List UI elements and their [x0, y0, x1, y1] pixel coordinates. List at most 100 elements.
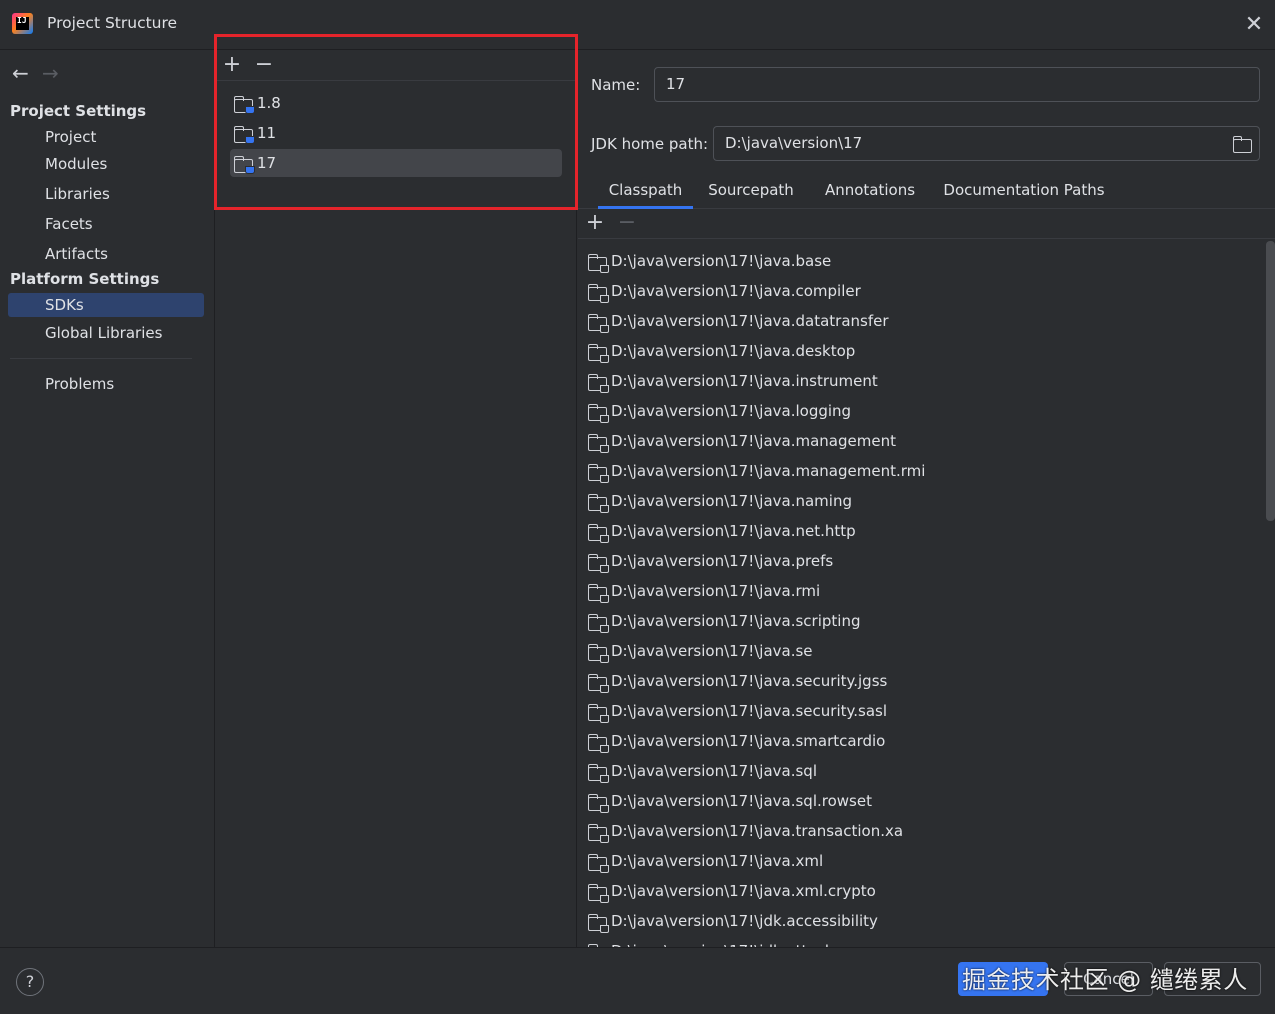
- jdk-folder-icon: [234, 156, 255, 174]
- history-arrows: ← →: [12, 61, 72, 85]
- library-folder-icon: [588, 464, 609, 483]
- sdk-toolbar: + −: [216, 51, 577, 81]
- classpath-item[interactable]: D:\java\version\17!\jdk.attach: [586, 936, 834, 947]
- project-settings-header: Project Settings: [10, 102, 147, 120]
- classpath-path: D:\java\version\17!\java.security.jgss: [611, 672, 888, 690]
- nav-item-facets[interactable]: Facets: [8, 212, 204, 236]
- library-folder-icon: [588, 794, 609, 813]
- classpath-path: D:\java\version\17!\java.security.sasl: [611, 702, 887, 720]
- classpath-item[interactable]: D:\java\version\17!\java.base: [586, 246, 831, 276]
- forward-arrow-icon[interactable]: →: [42, 61, 72, 85]
- nav-divider: [10, 358, 192, 359]
- platform-settings-header: Platform Settings: [10, 270, 160, 288]
- help-icon[interactable]: ?: [16, 968, 44, 996]
- classpath-item[interactable]: D:\java\version\17!\java.sql.rowset: [586, 786, 872, 816]
- tab-sourcepath[interactable]: Sourcepath: [701, 173, 801, 209]
- jdk-home-value: D:\java\version\17: [725, 134, 863, 152]
- tab-documentation-paths[interactable]: Documentation Paths: [939, 173, 1109, 209]
- library-folder-icon: [588, 554, 609, 573]
- sdk-item[interactable]: 1.8: [230, 89, 562, 117]
- library-folder-icon: [588, 314, 609, 333]
- nav-item-project[interactable]: Project: [8, 125, 204, 149]
- back-arrow-icon[interactable]: ←: [12, 61, 42, 85]
- sdk-detail-panel: Name: 17 JDK home path: D:\java\version\…: [578, 51, 1275, 947]
- classpath-item[interactable]: D:\java\version\17!\java.xml: [586, 846, 823, 876]
- nav-item-problems[interactable]: Problems: [8, 372, 204, 396]
- classpath-item[interactable]: D:\java\version\17!\jdk.accessibility: [586, 906, 878, 936]
- classpath-item[interactable]: D:\java\version\17!\java.naming: [586, 486, 852, 516]
- classpath-path: D:\java\version\17!\java.smartcardio: [611, 732, 886, 750]
- nav-item-modules[interactable]: Modules: [8, 152, 204, 176]
- classpath-path: D:\java\version\17!\java.datatransfer: [611, 312, 889, 330]
- classpath-path: D:\java\version\17!\java.logging: [611, 402, 852, 420]
- classpath-item[interactable]: D:\java\version\17!\java.xml.crypto: [586, 876, 876, 906]
- close-icon[interactable]: ✕: [1241, 12, 1267, 38]
- folder-browse-icon[interactable]: [1233, 136, 1252, 153]
- nav-item-libraries[interactable]: Libraries: [8, 182, 204, 206]
- library-folder-icon: [588, 704, 609, 723]
- sdk-item-selected[interactable]: 17: [230, 149, 562, 177]
- classpath-item[interactable]: D:\java\version\17!\java.prefs: [586, 546, 833, 576]
- nav-item-sdks[interactable]: SDKs: [8, 293, 204, 317]
- classpath-path: D:\java\version\17!\jdk.accessibility: [611, 912, 878, 930]
- jdk-home-label: JDK home path:: [591, 135, 709, 153]
- classpath-item[interactable]: D:\java\version\17!\java.net.http: [586, 516, 856, 546]
- add-classpath-button[interactable]: +: [583, 209, 607, 237]
- classpath-path: D:\java\version\17!\java.sql.rowset: [611, 792, 872, 810]
- classpath-item[interactable]: D:\java\version\17!\java.scripting: [586, 606, 860, 636]
- classpath-list: D:\java\version\17!\java.base D:\java\ver…: [578, 241, 1263, 947]
- apply-button[interactable]: [1164, 962, 1261, 996]
- classpath-path: D:\java\version\17!\java.base: [611, 252, 832, 270]
- classpath-item[interactable]: D:\java\version\17!\java.rmi: [586, 576, 820, 606]
- classpath-path: D:\java\version\17!\java.se: [611, 642, 813, 660]
- ok-button[interactable]: [958, 962, 1048, 996]
- classpath-item[interactable]: D:\java\version\17!\java.management.rmi: [586, 456, 925, 486]
- classpath-path: D:\java\version\17!\java.desktop: [611, 342, 856, 360]
- dialog-footer: ? Cancel 掘金技术社区 @ 缱绻累人: [0, 947, 1275, 1014]
- add-sdk-button[interactable]: +: [220, 51, 244, 79]
- classpath-item[interactable]: D:\java\version\17!\java.management: [586, 426, 896, 456]
- library-folder-icon: [588, 434, 609, 453]
- classpath-item[interactable]: D:\java\version\17!\java.sql: [586, 756, 817, 786]
- sdk-label: 1.8: [257, 94, 281, 112]
- title-bar: IJ Project Structure ✕: [0, 0, 1275, 50]
- classpath-path: D:\java\version\17!\java.management.rmi: [611, 462, 926, 480]
- library-folder-icon: [588, 734, 609, 753]
- name-field[interactable]: 17: [654, 67, 1260, 102]
- classpath-path: D:\java\version\17!\java.prefs: [611, 552, 834, 570]
- jdk-folder-icon: [234, 96, 255, 114]
- sdk-label: 11: [257, 124, 277, 142]
- nav-item-artifacts[interactable]: Artifacts: [8, 242, 204, 266]
- classpath-item[interactable]: D:\java\version\17!\java.se: [586, 636, 813, 666]
- library-folder-icon: [588, 824, 609, 843]
- cancel-button[interactable]: Cancel: [1064, 962, 1153, 996]
- classpath-item[interactable]: D:\java\version\17!\java.security.jgss: [586, 666, 887, 696]
- library-folder-icon: [588, 914, 609, 933]
- jdk-folder-icon: [234, 126, 255, 144]
- name-label: Name:: [591, 76, 641, 94]
- library-folder-icon: [588, 344, 609, 363]
- classpath-path: D:\java\version\17!\java.net.http: [611, 522, 856, 540]
- window-title: Project Structure: [47, 14, 178, 32]
- tab-annotations[interactable]: Annotations: [818, 173, 922, 209]
- tab-strip: Classpath Sourcepath Annotations Documen…: [578, 173, 1275, 209]
- classpath-item[interactable]: D:\java\version\17!\java.desktop: [586, 336, 855, 366]
- classpath-item[interactable]: D:\java\version\17!\java.security.sasl: [586, 696, 887, 726]
- classpath-item[interactable]: D:\java\version\17!\java.datatransfer: [586, 306, 889, 336]
- tab-classpath[interactable]: Classpath: [598, 173, 693, 209]
- nav-item-global-libraries[interactable]: Global Libraries: [8, 321, 204, 345]
- jdk-home-field[interactable]: D:\java\version\17: [713, 126, 1260, 161]
- remove-sdk-button[interactable]: −: [252, 51, 276, 79]
- library-folder-icon: [588, 614, 609, 633]
- classpath-scrollbar[interactable]: [1266, 241, 1275, 521]
- remove-classpath-button[interactable]: −: [615, 209, 639, 237]
- classpath-item[interactable]: D:\java\version\17!\java.compiler: [586, 276, 861, 306]
- classpath-path: D:\java\version\17!\java.transaction.xa: [611, 822, 904, 840]
- sdk-label: 17: [257, 154, 277, 172]
- sdk-item[interactable]: 11: [230, 119, 562, 147]
- library-folder-icon: [588, 284, 609, 303]
- classpath-item[interactable]: D:\java\version\17!\java.instrument: [586, 366, 878, 396]
- classpath-item[interactable]: D:\java\version\17!\java.transaction.xa: [586, 816, 903, 846]
- classpath-item[interactable]: D:\java\version\17!\java.logging: [586, 396, 851, 426]
- classpath-item[interactable]: D:\java\version\17!\java.smartcardio: [586, 726, 885, 756]
